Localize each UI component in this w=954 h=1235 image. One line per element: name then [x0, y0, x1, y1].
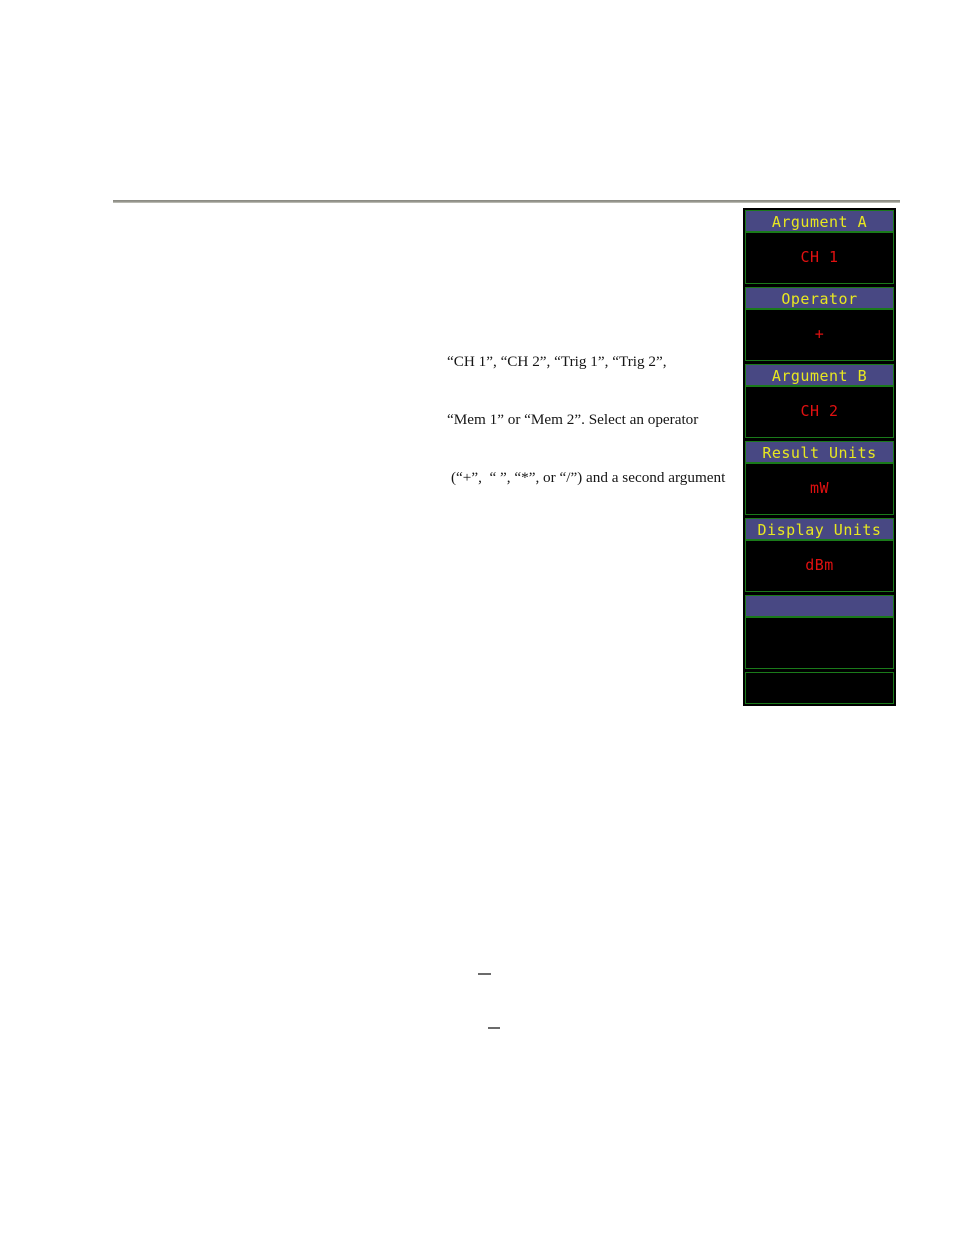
softkey-value-argument-b[interactable]: CH 2: [745, 386, 894, 438]
softkey-label-argument-b[interactable]: Argument B: [745, 364, 894, 386]
softkey-label-blank[interactable]: [745, 595, 894, 617]
softkey-group-trailing: [745, 672, 894, 704]
softkey-value-display-units[interactable]: dBm: [745, 540, 894, 592]
paragraph-line-2: “Mem 1” or “Mem 2”. Select an operator: [447, 411, 699, 429]
softkey-label-display-units[interactable]: Display Units: [745, 518, 894, 540]
softkey-group-argument-b: Argument B CH 2: [745, 364, 894, 438]
softkey-label-argument-a[interactable]: Argument A: [745, 210, 894, 232]
softkey-value-trailing[interactable]: [745, 672, 894, 704]
softkey-group-display-units: Display Units dBm: [745, 518, 894, 592]
paragraph-line-3: (“+”, “ ”, “*”, or “/”) and a second arg…: [451, 469, 726, 487]
softkey-value-operator[interactable]: +: [745, 309, 894, 361]
page-horizontal-rule: [113, 200, 900, 203]
softkey-value-argument-a[interactable]: CH 1: [745, 232, 894, 284]
softkey-label-result-units[interactable]: Result Units: [745, 441, 894, 463]
softkey-group-result-units: Result Units mW: [745, 441, 894, 515]
dash-mark-upper: [478, 973, 491, 975]
softkey-menu-panel: Argument A CH 1 Operator + Argument B CH…: [743, 208, 896, 706]
softkey-value-result-units[interactable]: mW: [745, 463, 894, 515]
softkey-group-operator: Operator +: [745, 287, 894, 361]
softkey-value-blank[interactable]: [745, 617, 894, 669]
softkey-group-argument-a: Argument A CH 1: [745, 210, 894, 284]
softkey-group-blank: [745, 595, 894, 669]
softkey-label-operator[interactable]: Operator: [745, 287, 894, 309]
body-paragraph: “CH 1”, “CH 2”, “Trig 1”, “Trig 2”, “Mem…: [447, 313, 742, 507]
paragraph-line-1: “CH 1”, “CH 2”, “Trig 1”, “Trig 2”,: [447, 352, 667, 370]
dash-mark-lower: [488, 1027, 500, 1029]
